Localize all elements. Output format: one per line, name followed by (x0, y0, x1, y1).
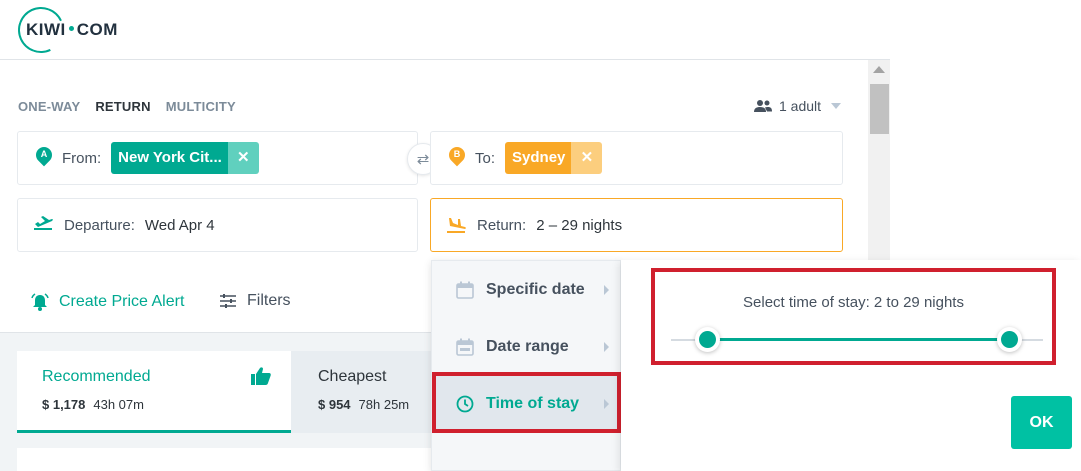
tab-return[interactable]: RETURN (95, 99, 150, 114)
to-label: To: (475, 149, 496, 167)
cheapest-price: $ 954 (318, 397, 351, 412)
calendar-range-icon (456, 338, 474, 356)
passengers-selector[interactable]: 1 adult (753, 98, 842, 114)
cheapest-duration: 78h 25m (358, 397, 410, 412)
remove-from-icon[interactable]: ✕ (227, 142, 259, 174)
chevron-down-icon (831, 103, 842, 109)
return-field[interactable]: Return: 2 – 29 nights (430, 198, 843, 252)
create-price-alert-link[interactable]: Create Price Alert (30, 292, 184, 312)
scrollbar-thumb[interactable] (870, 84, 889, 134)
return-value: 2 – 29 nights (536, 216, 623, 234)
from-chip-text: New York Cit... (111, 142, 228, 174)
departure-plane-icon (34, 216, 53, 230)
chevron-right-icon (604, 342, 609, 352)
departure-field[interactable]: Departure: Wed Apr 4 (17, 198, 418, 252)
menu-item-label: Date range (486, 337, 569, 355)
tab-multicity[interactable]: MULTICITY (166, 99, 236, 114)
to-field[interactable]: B To: Sydney ✕ (430, 131, 843, 185)
recommended-price: $ 1,178 (42, 397, 86, 412)
chevron-right-icon (604, 285, 609, 295)
ok-button[interactable]: OK (1011, 396, 1072, 449)
time-of-stay-title: Select time of stay: 2 to 29 nights (743, 294, 964, 311)
return-label: Return: (477, 216, 527, 234)
thumbs-up-icon (251, 367, 271, 385)
result-card (17, 448, 437, 471)
remove-to-icon[interactable]: ✕ (571, 142, 603, 174)
recommended-meta: $ 1,178 43h 07m (42, 397, 144, 412)
recommended-duration: 43h 07m (93, 397, 144, 412)
tab-one-way[interactable]: ONE-WAY (18, 99, 80, 114)
alarm-bell-icon (31, 293, 49, 311)
sort-recommended-tab[interactable]: Recommended $ 1,178 43h 07m (17, 351, 291, 433)
menu-item-specific-date[interactable]: Specific date (432, 261, 621, 318)
departure-label: Departure: (64, 216, 135, 234)
top-bar: KIWI COM (0, 0, 1081, 60)
recommended-title: Recommended (42, 368, 151, 385)
time-of-stay-highlight (432, 372, 621, 433)
filters-label: Filters (247, 292, 291, 309)
logo-text: KIWI COM (26, 20, 118, 39)
passengers-icon (754, 100, 772, 112)
min-nights-handle[interactable] (695, 327, 720, 352)
price-alert-label: Create Price Alert (59, 293, 185, 310)
from-location-chip[interactable]: New York Cit... ✕ (111, 142, 259, 174)
filters-sliders-icon (220, 294, 236, 308)
return-date-type-menu: Specific date Date range Time of stay (431, 260, 621, 471)
from-label: From: (62, 149, 102, 167)
kiwi-logo[interactable]: KIWI COM (11, 0, 118, 60)
cheapest-title: Cheapest (318, 368, 387, 385)
return-plane-icon (447, 218, 466, 233)
scroll-up-arrow-icon[interactable] (873, 66, 885, 73)
departure-value: Wed Apr 4 (144, 216, 215, 234)
from-field[interactable]: A From: New York Cit... ✕ (17, 131, 418, 185)
sort-cheapest-tab[interactable]: Cheapest $ 954 78h 25m (291, 351, 436, 433)
cheapest-meta: $ 954 78h 25m (318, 397, 409, 412)
to-chip-text: Sydney (505, 142, 572, 174)
pin-b-icon: B (445, 143, 469, 169)
swap-icon: ⇄ (416, 151, 430, 168)
filters-link[interactable]: Filters (219, 292, 291, 310)
trip-type-tabs: ONE-WAY RETURN MULTICITY (18, 99, 236, 114)
pin-a-icon: A (32, 143, 56, 169)
nights-slider-range (707, 338, 1009, 341)
max-nights-handle[interactable] (997, 327, 1022, 352)
menu-item-label: Specific date (486, 280, 585, 298)
menu-item-date-range[interactable]: Date range (432, 318, 621, 375)
calendar-icon (456, 281, 474, 299)
to-location-chip[interactable]: Sydney ✕ (505, 142, 603, 174)
passengers-label: 1 adult (779, 98, 822, 114)
